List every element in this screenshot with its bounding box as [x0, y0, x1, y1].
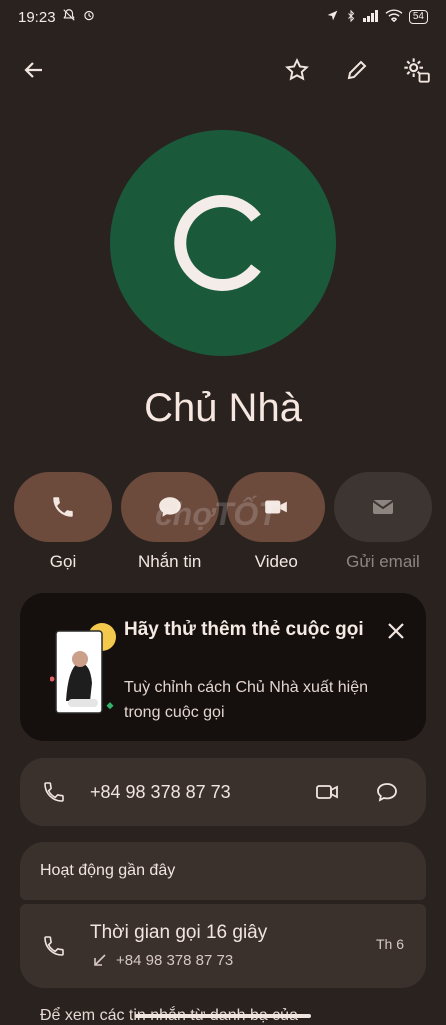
arrow-back-icon [24, 62, 42, 78]
phone-row-icon [42, 780, 66, 809]
video-button[interactable] [227, 472, 326, 542]
toolbar [0, 48, 446, 92]
phone-icon [53, 497, 73, 517]
signal-icon [362, 9, 379, 25]
call-log-icon [42, 934, 66, 963]
email-button [333, 472, 432, 542]
call-duration: Thời gian gọi 16 giây [90, 922, 268, 943]
home-indicator[interactable] [135, 1014, 311, 1018]
favorite-button[interactable] [281, 54, 313, 86]
phone-number: +84 98 378 87 73 [90, 782, 231, 802]
email-action: Gửi email [333, 472, 432, 572]
promo-description: Tuỳ chỉnh cách Chủ Nhà xuất hiện trong c… [124, 679, 368, 721]
call-button[interactable] [14, 472, 112, 542]
action-row: Gọi Nhắn tin Video Gửi email [14, 472, 432, 572]
battery-indicator: 54 [408, 10, 428, 24]
contact-settings-button[interactable] [400, 54, 432, 86]
close-icon [388, 623, 404, 639]
video-action[interactable]: Video [227, 472, 326, 572]
alarm-icon [82, 8, 96, 26]
message-number-button[interactable] [374, 780, 400, 809]
call-card-promo[interactable]: Hãy thử thêm thẻ cuộc gọi Tuỳ chỉnh cách… [20, 593, 426, 741]
phone-icon [44, 936, 64, 956]
message-icon [377, 783, 397, 802]
status-time: 19:23 [18, 8, 56, 26]
video-icon [265, 500, 288, 514]
call-number: +84 98 378 87 73 [116, 952, 234, 969]
location-icon [326, 9, 339, 25]
bluetooth-icon [345, 9, 357, 26]
wifi-icon [385, 9, 403, 25]
back-button[interactable] [18, 54, 50, 86]
video-call-number-button[interactable] [314, 780, 340, 809]
contact-avatar[interactable]: C [110, 130, 336, 356]
pencil-icon [347, 60, 367, 80]
message-label: Nhắn tin [137, 552, 202, 571]
recent-activity-header: Hoạt động gần đây [20, 842, 426, 900]
video-label: Video [254, 552, 298, 571]
recent-call-item[interactable]: Thời gian gọi 16 giây +84 98 378 87 73 T… [20, 904, 426, 988]
contact-name: Chủ Nhà [144, 386, 302, 430]
message-button[interactable] [120, 472, 219, 542]
recent-activity-title: Hoạt động gần đây [40, 862, 176, 879]
edit-button[interactable] [341, 54, 373, 86]
phone-icon [44, 782, 64, 802]
message-action[interactable]: Nhắn tin [120, 472, 219, 572]
status-bar: 19:23 54 [0, 0, 446, 34]
mute-icon [62, 8, 76, 26]
email-label: Gửi email [346, 552, 420, 571]
call-day: Th 6 [375, 936, 404, 952]
settings-person-icon [404, 58, 430, 83]
dismiss-promo-button[interactable] [386, 621, 406, 646]
call-action[interactable]: Gọi [14, 472, 112, 572]
call-label: Gọi [49, 552, 77, 571]
video-icon [316, 785, 338, 799]
avatar-initial: C [174, 195, 261, 291]
star-icon [285, 57, 309, 81]
email-icon [372, 500, 394, 514]
incoming-arrow-icon [92, 952, 108, 973]
call-card-illustration [49, 623, 120, 714]
promo-title: Hãy thử thêm thẻ cuộc gọi [124, 619, 364, 640]
message-icon [158, 497, 181, 517]
phone-number-row[interactable]: +84 98 378 87 73 [20, 758, 426, 826]
